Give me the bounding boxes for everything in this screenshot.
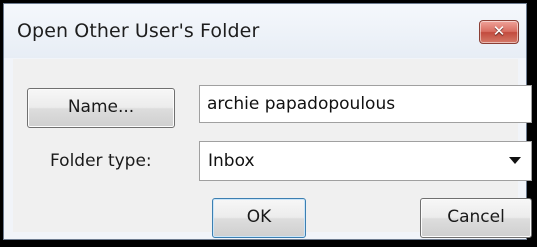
folder-type-label: Folder type:	[50, 151, 152, 171]
name-button[interactable]: Name...	[27, 88, 175, 128]
cancel-button[interactable]: Cancel	[420, 198, 532, 238]
title-bar[interactable]: Open Other User's Folder ✕	[4, 4, 526, 58]
folder-type-value: Inbox	[208, 151, 255, 171]
close-icon: ✕	[492, 22, 506, 40]
name-input[interactable]: archie papadopoulous	[199, 85, 532, 123]
ok-button[interactable]: OK	[212, 198, 306, 238]
close-button[interactable]: ✕	[479, 20, 519, 44]
chevron-down-icon[interactable]	[509, 157, 521, 164]
dialog-window: Open Other User's Folder ✕ Name... archi…	[0, 0, 537, 247]
folder-type-select[interactable]: Inbox	[199, 141, 532, 181]
dialog-frame: Open Other User's Folder ✕ Name... archi…	[3, 3, 532, 240]
dialog-body: Name... archie papadopoulous Folder type…	[13, 59, 532, 238]
window-title: Open Other User's Folder	[17, 20, 260, 42]
